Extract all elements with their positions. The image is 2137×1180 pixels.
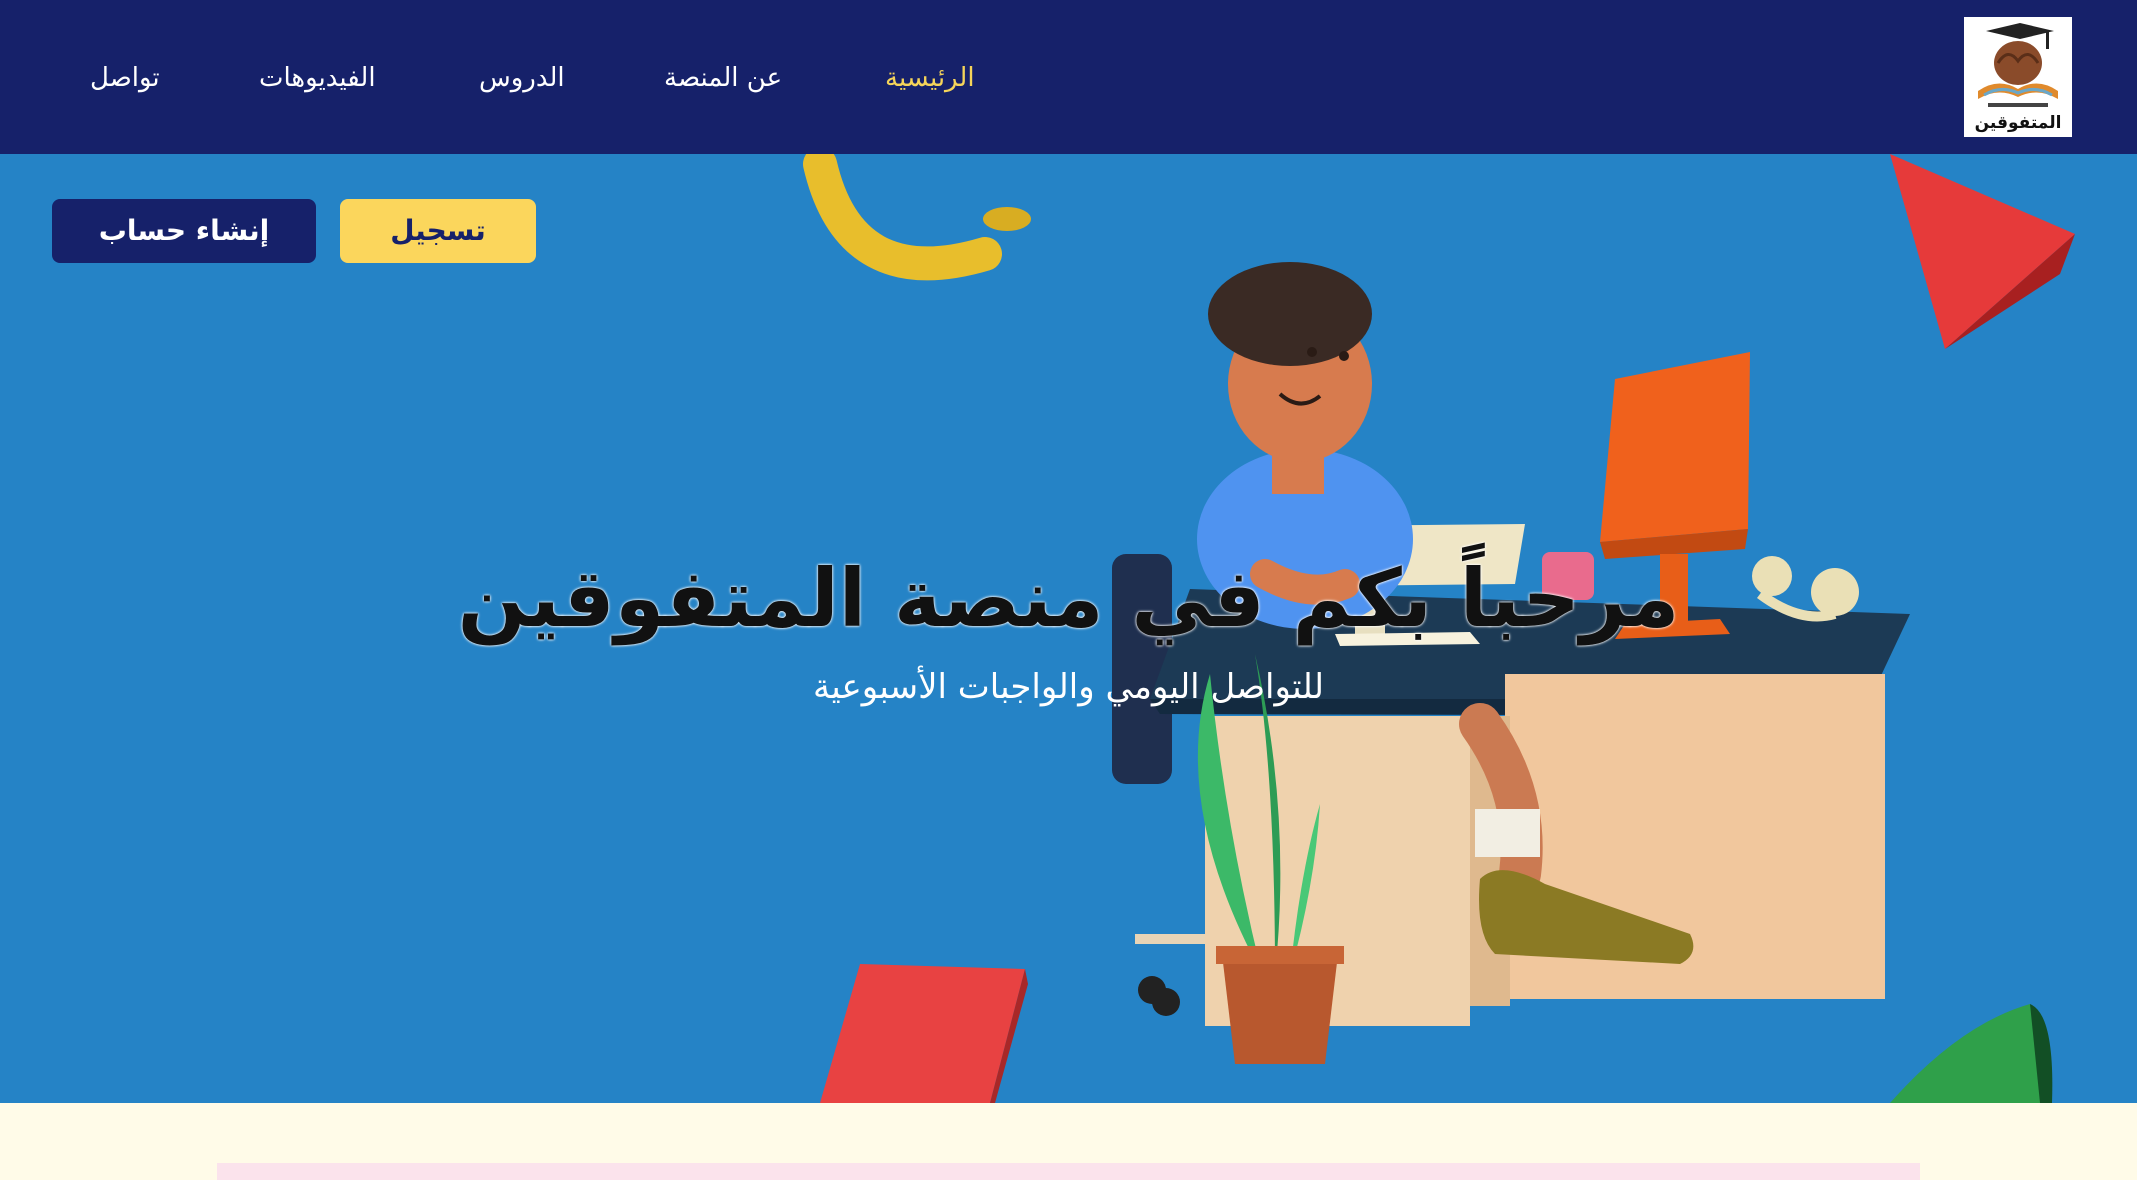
nav-link-about[interactable]: عن المنصة [664,60,782,96]
nav-link-home[interactable]: الرئيسية [885,60,975,96]
content-card-top [217,1163,1920,1180]
nav-link-videos[interactable]: الفيديوهات [259,60,376,96]
hero-title: مرحباً بكم في منصة المتفوقين [457,552,1680,645]
create-account-button[interactable]: إنشاء حساب [52,199,316,263]
top-navbar: المتفوقين الرئيسية عن المنصة الدروس الفي… [0,0,2137,154]
register-button[interactable]: تسجيل [340,199,536,263]
nav-link-contact[interactable]: تواصل [90,60,160,96]
nav-link-lessons[interactable]: الدروس [479,60,565,96]
hero-subtitle: للتواصل اليومي والواجبات الأسبوعية [813,667,1324,707]
hero-section: إنشاء حساب تسجيل مرحباً بكم في منصة المت… [0,154,2137,1103]
site-logo[interactable]: المتفوقين [1964,17,2072,137]
logo-text: المتفوقين [1974,113,2062,133]
logo-brain-book-icon [1978,23,2058,107]
